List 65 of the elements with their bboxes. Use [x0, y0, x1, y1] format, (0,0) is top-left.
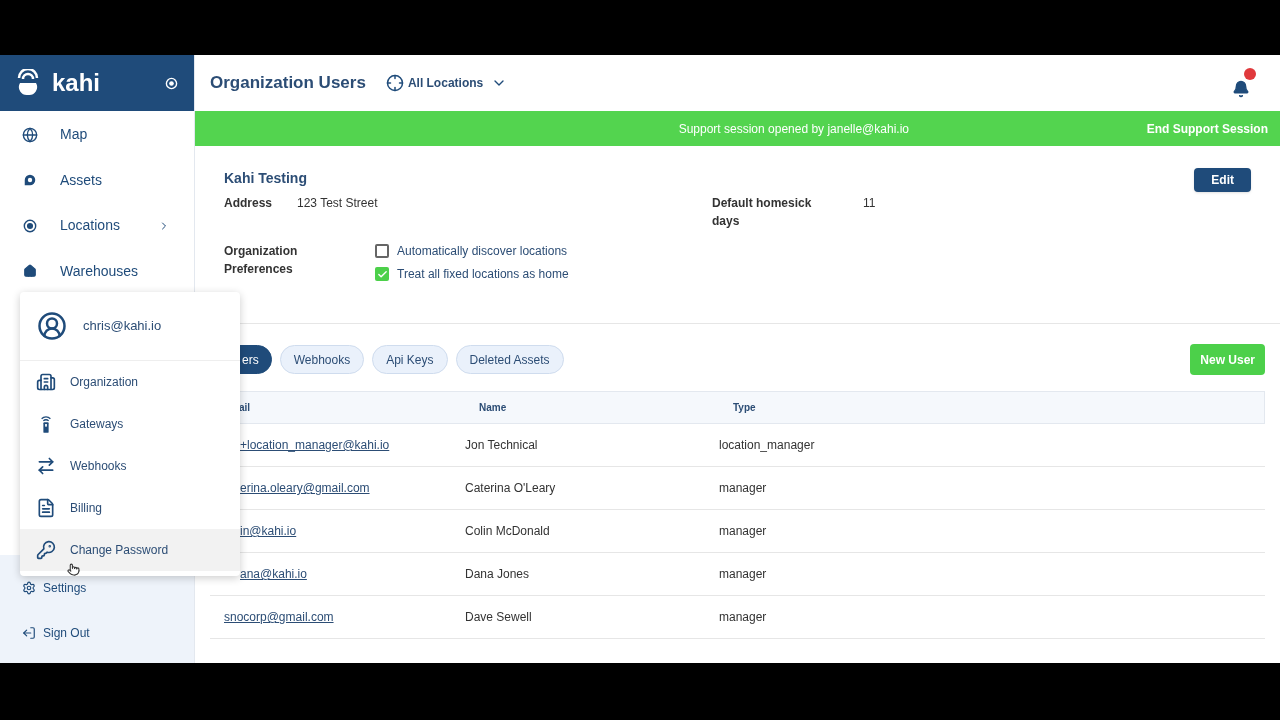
arrows-icon: [36, 456, 56, 476]
target-icon: [23, 218, 37, 233]
checkbox[interactable]: [375, 267, 389, 281]
table-cell: Dana Jones: [465, 567, 530, 581]
nav-item[interactable]: Assets: [0, 157, 194, 203]
nav-item[interactable]: Sign Out: [0, 610, 194, 655]
logo-icon: [16, 69, 40, 97]
banner-message: Support session opened by janelle@kahi.io: [677, 120, 910, 138]
table-cell: manager: [719, 524, 767, 538]
key-icon: [36, 540, 56, 560]
field-label: Default homesick days: [712, 195, 813, 230]
checkbox-label: Treat all fixed locations as home: [397, 266, 569, 283]
tag-icon: [23, 173, 37, 188]
tab[interactable]: Webhooks: [279, 345, 365, 374]
table-cell: Colin McDonald: [465, 524, 550, 538]
email-link[interactable]: in@kahi.io: [240, 524, 297, 538]
collapse-toggle-icon[interactable]: [165, 76, 178, 90]
field-value: 123 Test Street: [297, 195, 379, 212]
nav-item[interactable]: Warehouses: [0, 248, 194, 294]
column-header: Name: [478, 401, 508, 415]
table-cell: manager: [719, 481, 767, 495]
table-cell: manager: [719, 567, 767, 581]
menu-item[interactable]: Billing: [20, 487, 240, 529]
menu-item[interactable]: Organization: [20, 361, 240, 403]
checkbox[interactable]: [375, 244, 389, 258]
table-cell: Caterina O'Leary: [465, 481, 556, 495]
settings-icon: [22, 580, 36, 595]
page-title: Organization Users: [210, 72, 366, 95]
field-label: Organization Preferences: [224, 243, 299, 278]
edit-button[interactable]: Edit: [1194, 168, 1251, 192]
column-header: Type: [732, 401, 757, 415]
building-icon: [36, 372, 56, 392]
checkbox-label: Automatically discover locations: [397, 243, 568, 260]
email-link[interactable]: ana@kahi.io: [240, 567, 307, 581]
field-label: Address: [224, 195, 274, 212]
notification-badge: [1244, 68, 1256, 80]
tab[interactable]: Api Keys: [372, 345, 448, 374]
table-cell: manager: [719, 610, 767, 624]
menu-item[interactable]: Webhooks: [20, 445, 240, 487]
field-value: 11: [863, 195, 876, 212]
brand-name: kahi: [52, 68, 101, 98]
bill-icon: [36, 498, 56, 518]
target-icon: [385, 74, 404, 92]
gateway-icon: [39, 414, 53, 434]
email-link[interactable]: erina.oleary@gmail.com: [240, 481, 370, 495]
tab[interactable]: Deleted Assets: [455, 345, 564, 374]
email-link[interactable]: +location_manager@kahi.io: [240, 438, 390, 452]
table-cell: Dave Sewell: [465, 610, 532, 624]
menu-item[interactable]: Change Password: [20, 529, 240, 571]
tab[interactable]: ers: [239, 345, 272, 374]
table-cell: Jon Technical: [465, 438, 538, 452]
table-cell: location_manager: [719, 438, 815, 452]
globe-icon: [22, 126, 38, 143]
nav-item[interactable]: Locations: [0, 203, 194, 249]
email-link[interactable]: snocorp@gmail.com: [224, 610, 334, 624]
menu-item[interactable]: Gateways: [20, 403, 240, 445]
nav-item[interactable]: Map: [0, 112, 194, 158]
avatar-icon: [37, 311, 67, 341]
column-header: ail: [238, 401, 252, 415]
user-email: chris@kahi.io: [83, 317, 162, 336]
organization-name: Kahi Testing: [224, 169, 307, 188]
sign-out-icon: [22, 625, 36, 640]
home-icon: [23, 264, 37, 279]
location-filter[interactable]: All Locations: [385, 74, 508, 92]
notifications-icon[interactable]: [1232, 80, 1250, 98]
